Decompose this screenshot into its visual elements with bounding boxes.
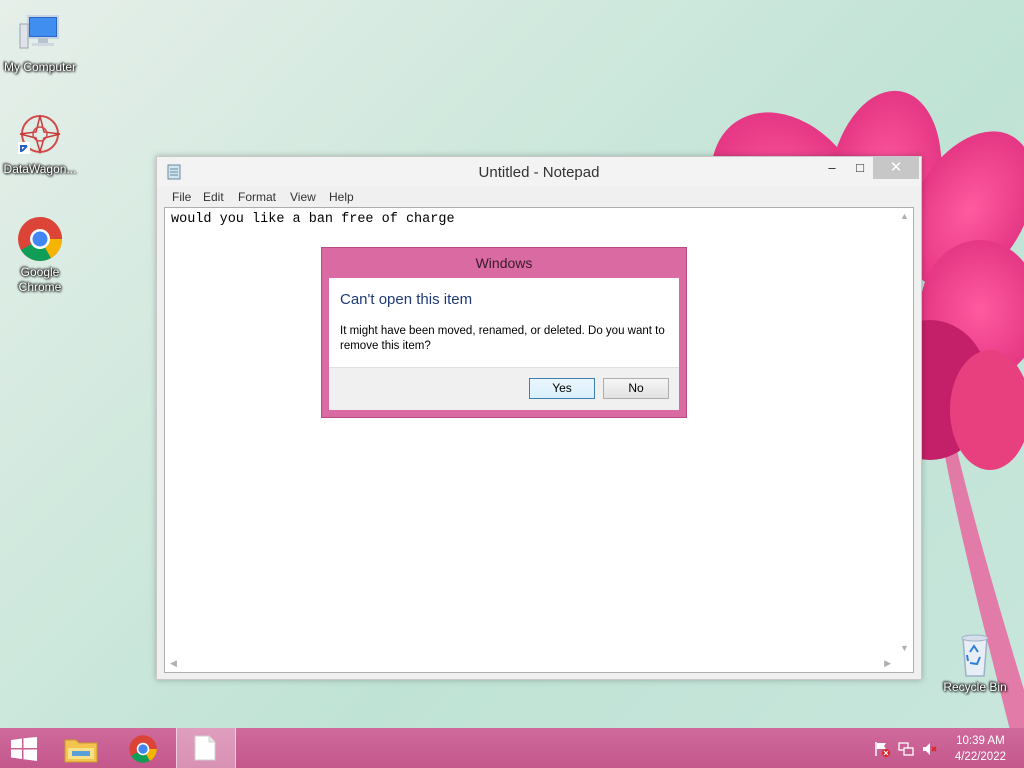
menu-view[interactable]: View xyxy=(290,190,316,204)
desktop-icon-datawagon[interactable]: DataWagon... xyxy=(0,112,80,177)
start-button[interactable] xyxy=(0,728,50,768)
recycle-bin-icon xyxy=(951,630,999,678)
clock-date: 4/22/2022 xyxy=(954,751,1006,763)
file-explorer-icon xyxy=(64,739,98,763)
dialog-message: It might have been moved, renamed, or de… xyxy=(340,325,665,352)
horizontal-scrollbar[interactable]: ◀ ▶ xyxy=(165,655,896,672)
notepad-titlebar[interactable]: Untitled - Notepad – □ ✕ xyxy=(157,157,921,187)
computer-icon xyxy=(16,10,64,58)
minimize-button[interactable]: – xyxy=(817,157,847,179)
notepad-title: Untitled - Notepad xyxy=(478,164,600,181)
scroll-right-icon[interactable]: ▶ xyxy=(884,658,891,669)
network-icon[interactable] xyxy=(898,741,914,757)
volume-muted-icon[interactable] xyxy=(922,741,938,757)
flag-icon[interactable] xyxy=(874,741,890,757)
notepad-content: would you like a ban free of charge xyxy=(171,212,455,227)
desktop-icon-recycle-bin[interactable]: Recycle Bin xyxy=(935,630,1015,695)
scroll-up-icon[interactable]: ▲ xyxy=(900,211,909,221)
start-icon xyxy=(11,737,37,761)
system-clock[interactable]: 10:39 AM 4/22/2022 xyxy=(955,733,1006,765)
taskbar-file-explorer[interactable] xyxy=(52,728,110,768)
dialog-title: Windows xyxy=(475,255,533,271)
error-dialog[interactable]: Windows Can't open this item It might ha… xyxy=(321,247,687,418)
desktop-icon-google-chrome[interactable]: Google Chrome xyxy=(0,215,80,295)
notepad-icon xyxy=(194,735,216,761)
dialog-footer: Yes No xyxy=(329,367,679,410)
chrome-icon xyxy=(129,735,157,763)
dialog-heading: Can't open this item xyxy=(340,291,473,308)
taskbar: 10:39 AM 4/22/2022 xyxy=(0,728,1024,768)
chrome-icon xyxy=(16,215,64,263)
taskbar-chrome[interactable] xyxy=(114,728,172,768)
menu-file[interactable]: File xyxy=(172,190,191,204)
taskbar-notepad[interactable] xyxy=(176,728,236,768)
menu-help[interactable]: Help xyxy=(329,190,354,204)
menu-format[interactable]: Format xyxy=(238,190,276,204)
datawagon-icon xyxy=(16,112,64,160)
scroll-down-icon[interactable]: ▼ xyxy=(900,643,909,653)
notepad-window[interactable]: Untitled - Notepad – □ ✕ File Edit Forma… xyxy=(156,156,922,680)
scroll-left-icon[interactable]: ◀ xyxy=(170,658,177,669)
vertical-scrollbar[interactable]: ▲ ▼ xyxy=(896,208,913,655)
yes-button[interactable]: Yes xyxy=(529,378,595,399)
dialog-body: Can't open this item It might have been … xyxy=(329,278,679,410)
clock-time: 10:39 AM xyxy=(956,735,1005,747)
no-button[interactable]: No xyxy=(603,378,669,399)
desktop-icon-my-computer[interactable]: My Computer xyxy=(0,10,80,75)
maximize-button[interactable]: □ xyxy=(845,157,875,179)
notepad-menubar: File Edit Format View Help xyxy=(157,187,921,207)
close-button[interactable]: ✕ xyxy=(873,157,919,179)
menu-edit[interactable]: Edit xyxy=(203,190,224,204)
